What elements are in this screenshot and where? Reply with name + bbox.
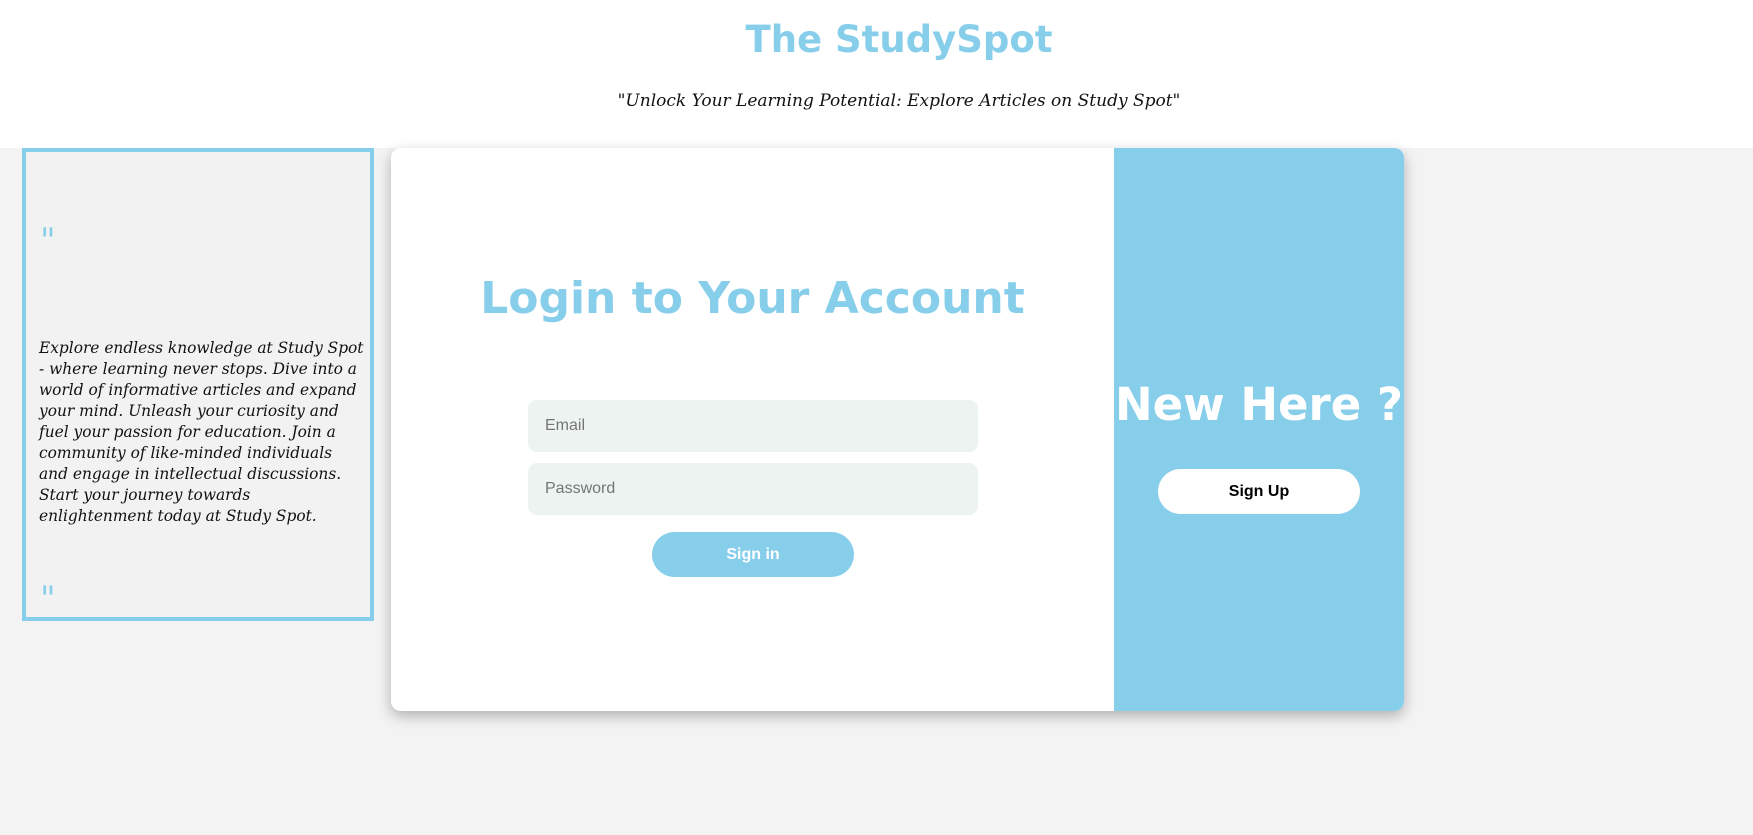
password-field[interactable] bbox=[528, 463, 978, 515]
open-quote-icon: " bbox=[40, 221, 56, 261]
auth-card: Login to Your Account Sign in New Here ?… bbox=[391, 148, 1404, 711]
login-title: Login to Your Account bbox=[480, 273, 1025, 324]
signup-panel: New Here ? Sign Up bbox=[1114, 148, 1404, 711]
quote-text: Explore endless knowledge at Study Spot … bbox=[39, 339, 364, 525]
login-panel: Login to Your Account Sign in bbox=[391, 148, 1114, 711]
page-header: The StudySpot "Unlock Your Learning Pote… bbox=[0, 0, 1753, 148]
sign-up-button[interactable]: Sign Up bbox=[1158, 469, 1360, 514]
email-field[interactable] bbox=[528, 400, 978, 452]
new-here-heading: New Here ? bbox=[1114, 378, 1404, 431]
site-title: The StudySpot bbox=[745, 18, 1053, 61]
sign-in-button[interactable]: Sign in bbox=[652, 532, 854, 577]
site-tagline: "Unlock Your Learning Potential: Explore… bbox=[617, 91, 1181, 111]
close-quote-icon: " bbox=[40, 579, 56, 619]
quote-box: " Explore endless knowledge at Study Spo… bbox=[22, 148, 374, 621]
